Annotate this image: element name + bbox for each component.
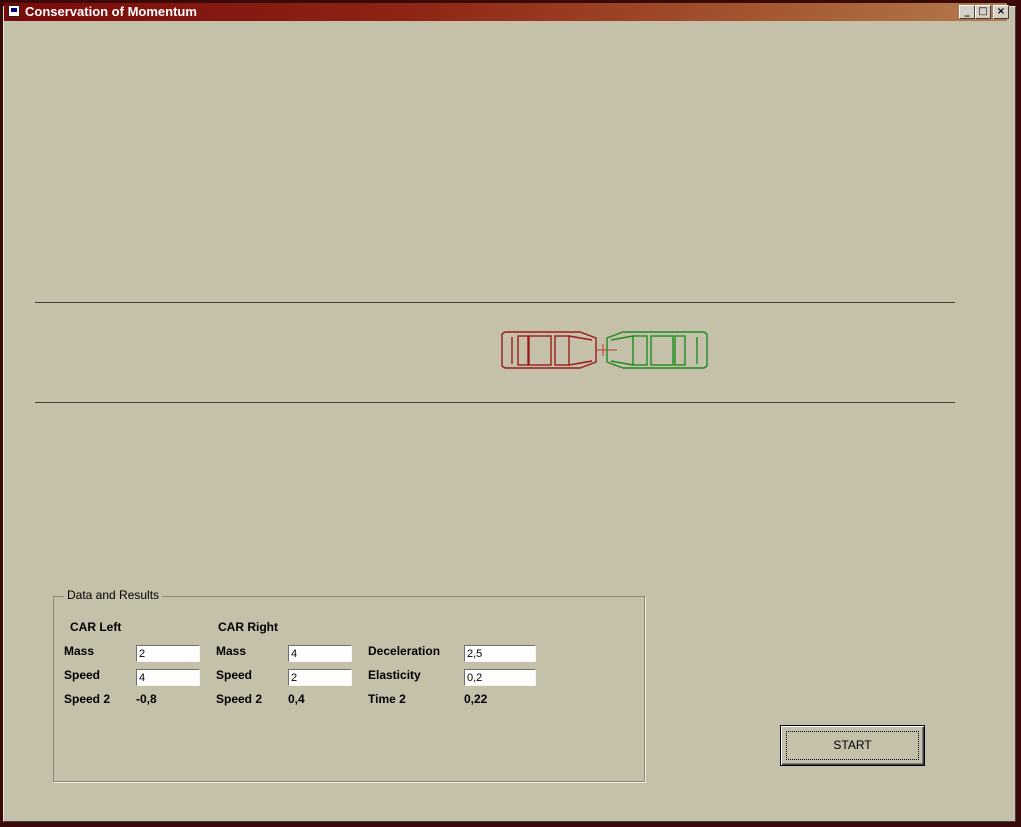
car-left-heading: CAR Left bbox=[70, 620, 122, 634]
collision-scene bbox=[501, 331, 708, 369]
elasticity-input[interactable] bbox=[464, 669, 536, 686]
maximize-button[interactable]: □ bbox=[975, 5, 991, 19]
group-title: Data and Results bbox=[64, 588, 163, 602]
car-left-speed-input[interactable] bbox=[136, 669, 200, 686]
time2-value: 0,22 bbox=[464, 692, 488, 706]
car-right-speed2-label: Speed 2 bbox=[216, 692, 263, 706]
car-left-speed2-value: -0,8 bbox=[136, 692, 157, 706]
car-left-mass-input[interactable] bbox=[136, 645, 200, 662]
car-right-speed2-value: 0,4 bbox=[288, 692, 305, 706]
time2-label: Time 2 bbox=[368, 692, 406, 706]
start-button-label: START bbox=[833, 738, 872, 752]
road-top-line bbox=[35, 302, 955, 303]
car-left-speed-label: Speed bbox=[64, 668, 101, 682]
car-left-mass-label: Mass bbox=[64, 644, 95, 658]
minimize-button[interactable]: _ bbox=[959, 5, 975, 19]
close-button[interactable]: × bbox=[993, 5, 1009, 19]
car-right-mass-label: Mass bbox=[216, 644, 247, 658]
elasticity-label: Elasticity bbox=[368, 668, 421, 682]
road-bottom-line bbox=[35, 402, 955, 403]
car-right-speed-input[interactable] bbox=[288, 669, 352, 686]
title-bar: Conservation of Momentum _ □ × bbox=[4, 3, 1009, 21]
car-right-mass-input[interactable] bbox=[288, 645, 352, 662]
app-icon[interactable] bbox=[8, 5, 20, 17]
deceleration-input[interactable] bbox=[464, 645, 536, 662]
start-button[interactable]: START bbox=[780, 725, 925, 766]
deceleration-label: Deceleration bbox=[368, 644, 441, 658]
car-left bbox=[501, 331, 597, 369]
data-results-group: Data and Results bbox=[53, 588, 645, 782]
car-left-speed2-label: Speed 2 bbox=[64, 692, 111, 706]
car-right bbox=[606, 331, 708, 369]
window-title: Conservation of Momentum bbox=[25, 4, 197, 19]
car-right-speed-label: Speed bbox=[216, 668, 253, 682]
car-right-heading: CAR Right bbox=[218, 620, 278, 634]
